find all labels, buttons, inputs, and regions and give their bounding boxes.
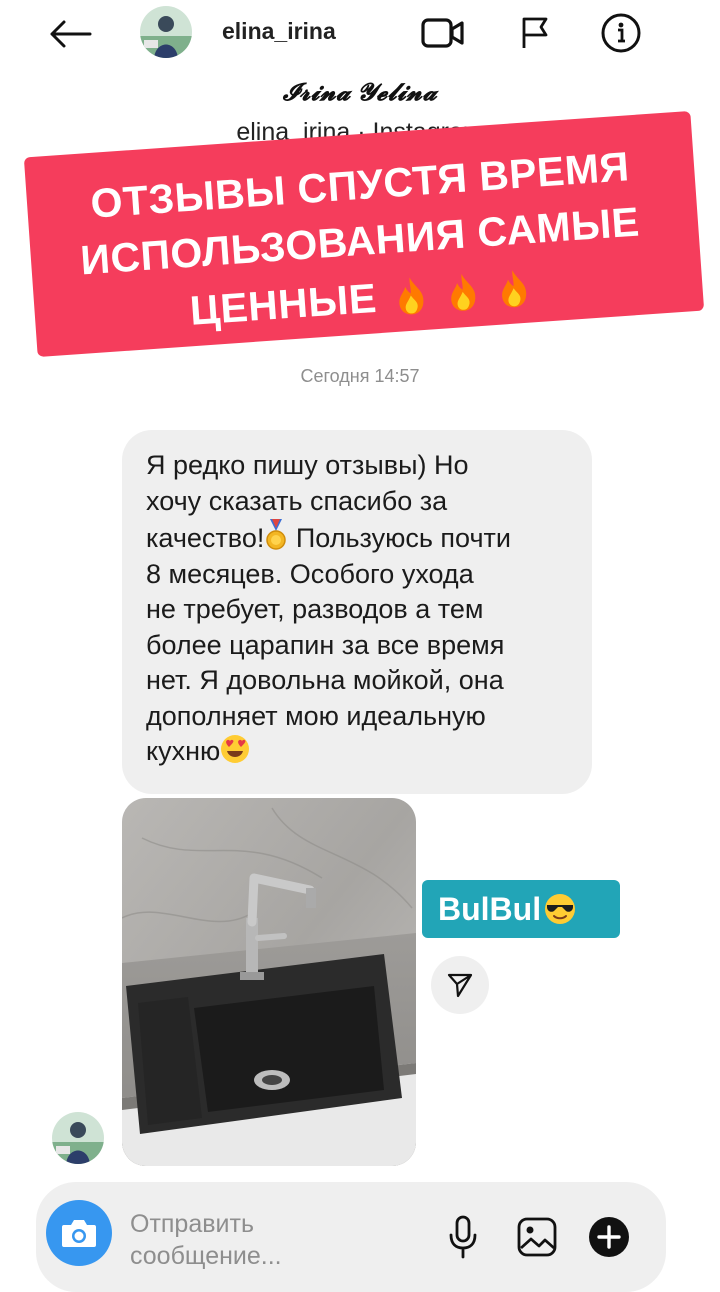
message-bubble[interactable]: Я редко пишу отзывы) Но хочу сказать спа… (122, 430, 592, 794)
plus-circle-icon (589, 1217, 629, 1257)
image-icon (517, 1217, 557, 1257)
banner-line-3-text: ЦЕННЫЕ (188, 274, 379, 334)
back-arrow-icon (50, 20, 92, 48)
video-call-icon (421, 18, 464, 48)
header-avatar[interactable] (140, 6, 192, 58)
gallery-button[interactable] (514, 1214, 560, 1260)
message-input[interactable]: Отправить сообщение... (130, 1208, 390, 1272)
microphone-button[interactable] (440, 1214, 486, 1260)
placeholder-line: Отправить (130, 1210, 254, 1238)
placeholder-line: сообщение... (130, 1242, 282, 1270)
fire-icon (502, 270, 527, 308)
banner-line-3: ЦЕННЫЕ (0, 251, 720, 348)
banner-line-1: ОТЗЫВЫ СПУСТЯ ВРЕМЯ (89, 143, 631, 227)
banner-line-2: ИСПОЛЬЗОВАНИЯ САМЫЕ (78, 198, 641, 284)
camera-button[interactable] (46, 1200, 112, 1266)
sticker-text: BulBul (438, 890, 542, 927)
more-options-button[interactable] (586, 1214, 632, 1260)
microphone-icon (449, 1215, 477, 1259)
header-username[interactable]: elina_irina (222, 18, 336, 45)
medal-icon (266, 519, 287, 550)
message-text: Я редко пишу отзывы) Но хочу сказать спа… (146, 448, 576, 770)
message-line-part: Пользуюсь почти (295, 523, 511, 553)
banner-background (23, 110, 705, 358)
paper-plane-icon (447, 973, 473, 998)
message-line: дополняет мою идеальную (146, 700, 486, 731)
message-line: хочу сказать спасибо за (146, 485, 448, 516)
fire-icon (450, 273, 475, 311)
message-line: более царапин за все время (146, 629, 505, 660)
message-line: качество! Пользуюсь почти (146, 519, 576, 557)
message-timestamp: Сегодня 14:57 (300, 366, 420, 386)
kitchen-sink-image (122, 798, 416, 1166)
message-line: 8 месяцев. Особого ухода (146, 558, 474, 589)
message-line: Я редко пишу отзывы) Но (146, 450, 469, 480)
profile-full-name: 𝓘𝓻𝓲𝓷𝓪 𝓨𝓮𝓵𝓲𝓷𝓪 (282, 80, 438, 106)
fire-icon (398, 277, 423, 315)
message-composer: Отправить сообщение... (36, 1182, 666, 1292)
message-line: не требует, разводов а тем (146, 594, 484, 624)
chat-header: elina_irina (0, 0, 720, 70)
flag-icon (522, 17, 548, 48)
sink-photo[interactable] (122, 798, 416, 1166)
message-line: нет. Я довольна мойкой, она (146, 665, 504, 695)
info-button[interactable] (598, 12, 644, 54)
sunglasses-emoji-icon (545, 894, 576, 924)
profile-subtitle: elina_irina · Instagram (236, 118, 484, 146)
heart-eyes-emoji-icon (221, 735, 250, 763)
camera-icon (62, 1220, 96, 1247)
info-icon (601, 13, 641, 53)
brand-sticker: BulBul (422, 880, 620, 938)
sender-avatar[interactable] (52, 1112, 104, 1164)
message-line-part: качество! (146, 523, 265, 553)
message-line: кухню (146, 734, 576, 770)
message-line-part: кухню (146, 736, 221, 766)
back-button[interactable] (44, 14, 96, 54)
report-button[interactable] (512, 12, 558, 54)
video-call-button[interactable] (420, 12, 466, 54)
share-button[interactable] (431, 956, 489, 1014)
